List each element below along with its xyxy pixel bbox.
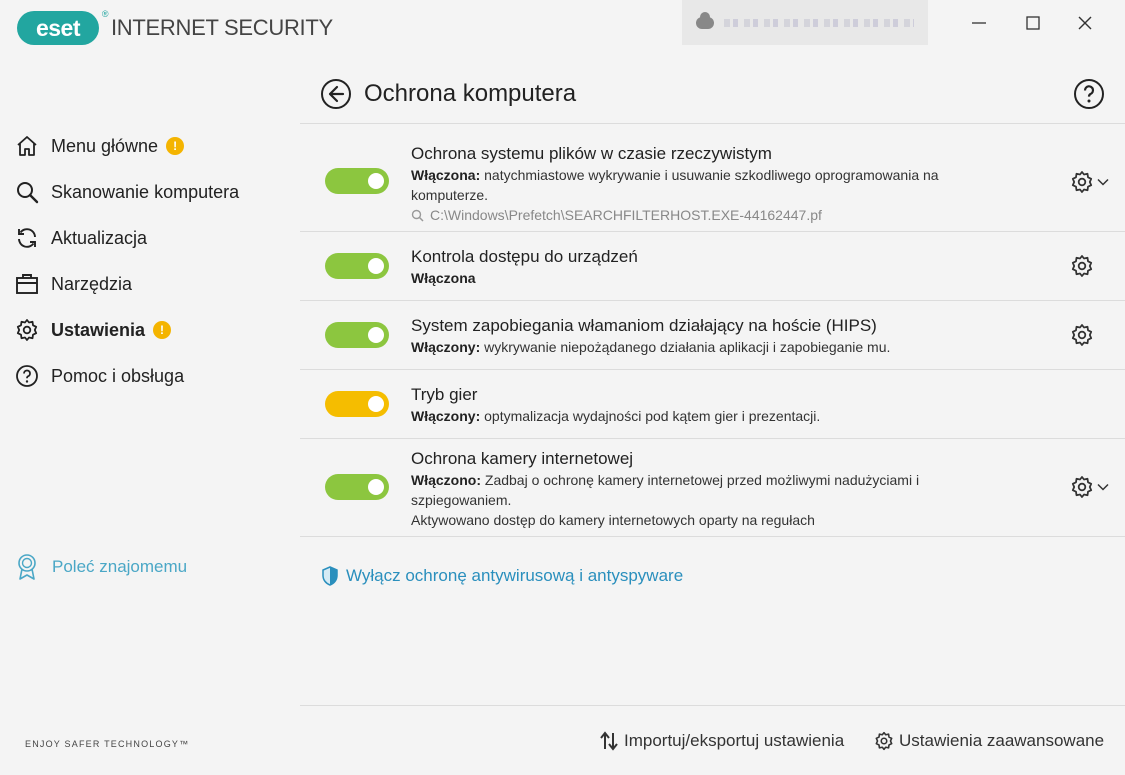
toggle-switch[interactable]: [325, 168, 389, 194]
module-description: Włączona: natychmiastowe wykrywanie i us…: [411, 167, 939, 203]
sidebar-item-label: Narzędzia: [51, 273, 133, 294]
advanced-settings-button[interactable]: Ustawienia zaawansowane: [873, 730, 1104, 752]
module-title[interactable]: Ochrona systemu plików w czasie rzeczywi…: [411, 143, 1001, 165]
import-export-label: Importuj/eksportuj ustawienia: [624, 731, 845, 750]
divider: [300, 536, 1125, 537]
scanned-path: C:\Windows\Prefetch\SEARCHFILTERHOST.EXE…: [411, 205, 1001, 225]
question-icon: [14, 363, 40, 389]
sidebar-item-label: Pomoc i obsługa: [51, 365, 185, 386]
tagline: ENJOY SAFER TECHNOLOGY™: [25, 739, 190, 749]
divider: [300, 705, 1125, 706]
module-title[interactable]: Kontrola dostępu do urządzeń: [411, 246, 1001, 268]
back-arrow-icon[interactable]: [320, 78, 352, 110]
import-export-button[interactable]: Importuj/eksportuj ustawienia: [598, 730, 844, 752]
help-icon[interactable]: [1073, 78, 1105, 110]
settings-gear-icon[interactable]: [1070, 254, 1094, 278]
refer-label: Poleć znajomemu: [52, 557, 188, 576]
module-description: Włączona: [411, 270, 476, 286]
module-row-gamer-mode: Tryb gier Włączony: optymalizacja wydajn…: [300, 370, 1125, 438]
sidebar-item-help[interactable]: Pomoc i obsługa: [14, 360, 184, 392]
maximize-icon: [1026, 16, 1040, 30]
chevron-down-icon[interactable]: [1096, 480, 1110, 494]
magnifier-icon: [14, 179, 40, 205]
sidebar-item-update[interactable]: Aktualizacja: [14, 222, 147, 254]
sidebar-item-label: Menu główne: [51, 135, 159, 156]
gear-icon: [14, 317, 40, 343]
minimize-button[interactable]: [967, 11, 991, 35]
brand: eset ® INTERNET SECURITY: [17, 9, 333, 45]
disable-link-label: Wyłącz ochronę antywirusową i antyspywar…: [346, 566, 684, 585]
shield-icon: [322, 565, 340, 587]
sidebar-item-settings[interactable]: Ustawienia !: [14, 314, 172, 346]
minimize-icon: [972, 22, 986, 24]
toggle-switch[interactable]: [325, 322, 389, 348]
advanced-settings-label: Ustawienia zaawansowane: [899, 731, 1105, 750]
module-title[interactable]: System zapobiegania włamaniom działający…: [411, 315, 1001, 337]
sidebar-item-label: Skanowanie komputera: [51, 181, 240, 202]
module-row-hips: System zapobiegania włamaniom działający…: [300, 301, 1125, 369]
settings-gear-icon[interactable]: [1070, 170, 1094, 194]
module-description: Włączono: Zadbaj o ochronę kamery intern…: [411, 472, 920, 508]
settings-gear-icon[interactable]: [1070, 323, 1094, 347]
module-row-webcam: Ochrona kamery internetowej Włączono: Za…: [300, 439, 1125, 536]
refer-friend-link[interactable]: Poleć znajomemu: [16, 553, 187, 581]
notification-badge: !: [166, 137, 185, 155]
maximize-button[interactable]: [1021, 11, 1045, 35]
close-button[interactable]: [1073, 11, 1097, 35]
module-description: Włączony: optymalizacja wydajności pod k…: [411, 408, 821, 424]
module-title[interactable]: Tryb gier: [411, 384, 1001, 406]
module-title[interactable]: Ochrona kamery internetowej: [411, 448, 1001, 470]
toggle-switch[interactable]: [325, 253, 389, 279]
product-name: INTERNET SECURITY: [111, 15, 333, 40]
toggle-switch[interactable]: [325, 474, 389, 500]
account-email-blurred: [724, 18, 914, 27]
gear-icon: [873, 730, 895, 752]
sidebar-item-scan[interactable]: Skanowanie komputera: [14, 176, 239, 208]
page-header: Ochrona komputera: [320, 78, 576, 110]
import-export-icon: [598, 730, 620, 752]
module-description: Włączony: wykrywanie niepożądanego dział…: [411, 339, 891, 355]
chevron-down-icon[interactable]: [1096, 175, 1110, 189]
home-icon: [14, 133, 40, 159]
eset-logo: eset ®: [17, 9, 109, 45]
close-icon: [1078, 16, 1092, 30]
account-area[interactable]: [682, 0, 928, 45]
module-row-device-control: Kontrola dostępu do urządzeń Włączona: [300, 232, 1125, 300]
notification-badge: !: [153, 321, 172, 339]
sidebar-item-label: Aktualizacja: [51, 227, 148, 248]
toggle-switch[interactable]: [325, 391, 389, 417]
sidebar-item-tools[interactable]: Narzędzia: [14, 268, 132, 300]
settings-gear-icon[interactable]: [1070, 475, 1094, 499]
disable-antivirus-link[interactable]: Wyłącz ochronę antywirusową i antyspywar…: [322, 565, 683, 587]
module-extra-info: Aktywowano dostęp do kamery internetowyc…: [411, 512, 815, 528]
page-title: Ochrona komputera: [364, 80, 577, 107]
sidebar-item-label: Ustawienia: [51, 319, 146, 340]
search-icon: [411, 209, 424, 222]
cloud-icon: [696, 11, 714, 29]
award-icon: [16, 553, 40, 581]
toolbox-icon: [14, 271, 40, 297]
module-row-realtime: Ochrona systemu plików w czasie rzeczywi…: [300, 124, 1125, 231]
refresh-icon: [14, 225, 40, 251]
sidebar-item-home[interactable]: Menu główne !: [14, 130, 185, 162]
